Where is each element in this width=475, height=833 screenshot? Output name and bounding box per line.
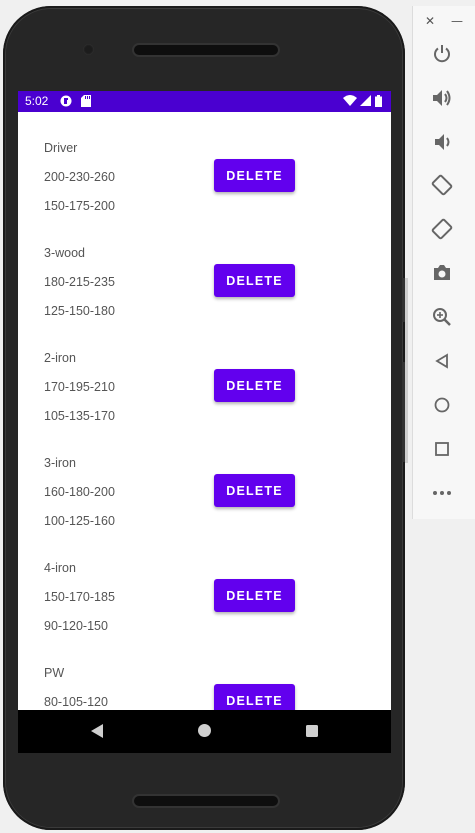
delete-button[interactable]: DELETE (214, 159, 295, 192)
delete-button[interactable]: DELETE (214, 264, 295, 297)
device-screen: 5:02 Driver 200-230-260 150-175-200 DELE… (18, 91, 391, 753)
club-list[interactable]: Driver 200-230-260 150-175-200 DELETE 3-… (18, 112, 391, 710)
delete-button[interactable]: DELETE (214, 684, 295, 710)
club-range-2: 90-120-150 (44, 619, 108, 633)
list-item: 3-wood 180-215-235 125-150-180 DELETE (18, 217, 391, 322)
volume-up-icon[interactable] (429, 85, 455, 111)
club-range-1: 180-215-235 (44, 275, 115, 289)
delete-button[interactable]: DELETE (214, 579, 295, 612)
close-icon[interactable]: ✕ (425, 14, 435, 28)
status-bar: 5:02 (18, 91, 391, 112)
list-item: 4-iron 150-170-185 90-120-150 DELETE (18, 532, 391, 637)
club-range-1: 170-195-210 (44, 380, 115, 394)
club-name: 3-wood (44, 246, 85, 260)
zoom-icon[interactable] (429, 304, 455, 330)
club-range-1: 80-105-120 (44, 695, 108, 709)
club-range-2: 105-135-170 (44, 409, 115, 423)
sd-card-icon (80, 94, 92, 107)
camera-icon[interactable] (429, 260, 455, 286)
emulator-toolbar: ✕ — (412, 6, 475, 519)
volume-down-icon[interactable] (429, 129, 455, 155)
front-camera (83, 44, 94, 55)
club-range-2: 100-125-160 (44, 514, 115, 528)
wifi-icon (343, 94, 357, 107)
home-icon[interactable] (197, 723, 212, 742)
overview-icon[interactable] (429, 436, 455, 462)
rotate-left-icon[interactable] (429, 172, 455, 198)
recents-icon[interactable] (305, 723, 319, 742)
club-name: 4-iron (44, 561, 76, 575)
battery-icon (374, 94, 382, 107)
emulator-resize-handle[interactable] (405, 278, 408, 463)
rotate-right-icon[interactable] (429, 216, 455, 242)
club-name: PW (44, 666, 65, 680)
club-range-1: 160-180-200 (44, 485, 115, 499)
navigation-bar (18, 710, 391, 753)
club-name: Driver (44, 141, 78, 155)
list-item: 3-iron 160-180-200 100-125-160 DELETE (18, 427, 391, 532)
club-range-1: 150-170-185 (44, 590, 115, 604)
list-item: 2-iron 170-195-210 105-135-170 DELETE (18, 322, 391, 427)
status-time: 5:02 (25, 94, 49, 108)
top-speaker (134, 45, 278, 55)
minimize-icon[interactable]: — (451, 14, 463, 28)
back-icon[interactable] (90, 723, 104, 743)
more-icon[interactable] (429, 480, 455, 506)
delete-button[interactable]: DELETE (214, 369, 295, 402)
list-item: Driver 200-230-260 150-175-200 DELETE (18, 112, 391, 217)
list-item: PW 80-105-120 DELETE (18, 637, 391, 710)
delete-button[interactable]: DELETE (214, 474, 295, 507)
cell-signal-icon (359, 94, 371, 107)
club-name: 3-iron (44, 456, 76, 470)
power-icon[interactable] (429, 41, 455, 67)
club-range-2: 150-175-200 (44, 199, 115, 213)
club-range-1: 200-230-260 (44, 170, 115, 184)
back-icon[interactable] (429, 348, 455, 374)
notification-app-icon (60, 94, 72, 107)
club-range-2: 125-150-180 (44, 304, 115, 318)
club-name: 2-iron (44, 351, 76, 365)
bottom-speaker (134, 796, 278, 806)
home-icon[interactable] (429, 392, 455, 418)
